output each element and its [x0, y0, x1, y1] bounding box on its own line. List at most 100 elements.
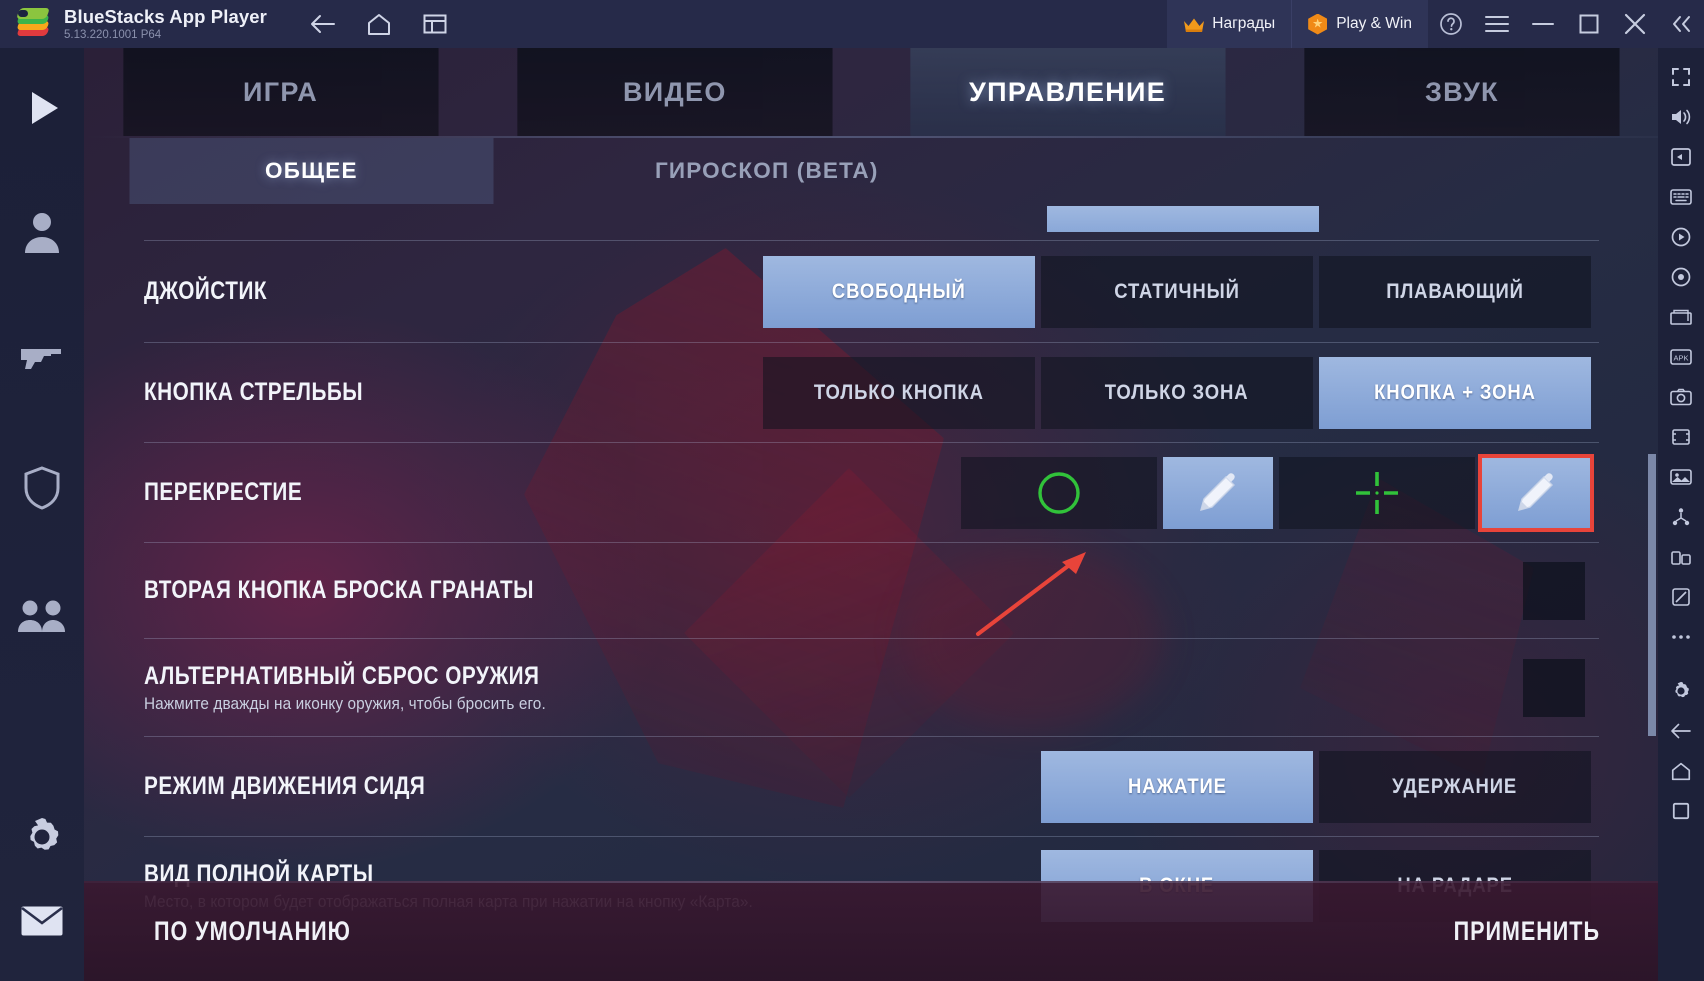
fullscreen-icon[interactable] [1658, 58, 1704, 96]
sidebar-item-character[interactable] [0, 190, 84, 274]
back-arrow-icon[interactable] [303, 7, 343, 41]
option-group-joystick: СВОБОДНЫЙ СТАТИЧНЫЙ ПЛАВАЮЩИЙ [757, 255, 1591, 328]
tab-game[interactable]: ИГРА [123, 48, 439, 136]
option-crouch-tap[interactable]: НАЖАТИЕ [1041, 750, 1313, 823]
eco-mode-icon[interactable] [1658, 578, 1704, 616]
maximize-icon[interactable] [1566, 0, 1612, 48]
settings-subtabs: ОБЩЕЕ ГИРОСКОП (BETA) [84, 138, 1658, 204]
option-joystick-static[interactable]: СТАТИЧНЫЙ [1041, 255, 1313, 328]
tab-sound[interactable]: ЗВУК [1303, 48, 1619, 136]
window-control-buttons [1428, 0, 1704, 48]
setting-title: РЕЖИМ ДВИЖЕНИЯ СИДЯ [144, 772, 426, 800]
footer-divider [84, 881, 1658, 883]
double-chevron-left-icon[interactable] [1658, 0, 1704, 48]
option-crouch-hold[interactable]: УДЕРЖАНИЕ [1319, 750, 1591, 823]
apk-icon[interactable]: APK [1658, 338, 1704, 376]
screenshot-icon[interactable] [1658, 378, 1704, 416]
person-icon [25, 213, 59, 253]
option-joystick-free[interactable]: СВОБОДНЫЙ [763, 255, 1035, 328]
recents-icon[interactable] [1658, 792, 1704, 830]
people-icon [18, 600, 65, 632]
hamburger-menu-icon[interactable] [1474, 0, 1520, 48]
reset-to-default-button[interactable]: ПО УМОЛЧАНИЮ [154, 916, 351, 947]
option-fire-button-plus-zone[interactable]: КНОПКА + ЗОНА [1319, 356, 1591, 429]
crown-icon [1183, 17, 1205, 32]
keyboard-icon[interactable] [1658, 178, 1704, 216]
setting-label-fire-button: КНОПКА СТРЕЛЬБЫ [144, 378, 408, 407]
table-row: ВТОРАЯ КНОПКА БРОСКА ГРАНАТЫ [144, 542, 1599, 638]
green-circle-crosshair-icon [1038, 471, 1080, 514]
settings-gear-icon[interactable] [1658, 672, 1704, 710]
sidebar-item-weapon[interactable] [0, 318, 84, 402]
multi-instance-icon[interactable] [1658, 298, 1704, 336]
option-crosshair-circle-edit[interactable] [1163, 456, 1273, 529]
scrollbar-thumb[interactable] [1648, 454, 1656, 736]
subtab-label: ОБЩЕЕ [265, 158, 358, 183]
apply-button[interactable]: ПРИМЕНИТЬ [1454, 916, 1600, 947]
multi-instance-icon[interactable] [415, 7, 455, 41]
table-row: КНОПКА СТРЕЛЬБЫ ТОЛЬКО КНОПКА ТОЛЬКО ЗОН… [144, 342, 1599, 442]
record-icon[interactable] [1658, 218, 1704, 256]
option-fire-button-only[interactable]: ТОЛЬКО КНОПКА [763, 356, 1035, 429]
sidebar-item-shield[interactable] [0, 446, 84, 530]
title-bar: BlueStacks App Player 5.13.220.1001 P64 … [0, 0, 1704, 48]
settings-scrollbar[interactable] [1648, 236, 1656, 924]
option-group-fire-button: ТОЛЬКО КНОПКА ТОЛЬКО ЗОНА КНОПКА + ЗОНА [757, 356, 1591, 429]
bluestacks-window: BlueStacks App Player 5.13.220.1001 P64 … [0, 0, 1704, 981]
option-fire-zone-only[interactable]: ТОЛЬКО ЗОНА [1041, 356, 1313, 429]
play-win-label: Play & Win [1336, 15, 1412, 32]
subtab-label: ГИРОСКОП (BETA) [654, 158, 879, 183]
home-icon[interactable] [359, 7, 399, 41]
app-title: BlueStacks App Player [64, 6, 267, 28]
option-crosshair-circle[interactable] [961, 456, 1157, 529]
sync-icon[interactable] [1658, 498, 1704, 536]
right-toolbar: APK [1658, 48, 1704, 981]
play-and-win-button[interactable]: Play & Win [1291, 0, 1428, 48]
sidebar-item-squad[interactable] [0, 574, 84, 658]
rewards-button[interactable]: Награды [1167, 0, 1292, 48]
setting-title: КНОПКА СТРЕЛЬБЫ [144, 378, 364, 406]
tab-video[interactable]: ВИДЕО [516, 48, 832, 136]
setting-label-alt-weapon-drop: АЛЬТЕРНАТИВНЫЙ СБРОС ОРУЖИЯ Нажмите дваж… [144, 662, 620, 714]
play-icon [32, 92, 58, 124]
setting-label-crosshair: ПЕРЕКРЕСТИЕ [144, 478, 335, 507]
sidebar-item-mail[interactable] [0, 879, 84, 963]
game-settings-screen: ИГРА ВИДЕО УПРАВЛЕНИЕ ЗВУК ОБЩЕЕ ГИРОСКО… [84, 48, 1658, 981]
help-icon[interactable] [1428, 0, 1474, 48]
macro-icon[interactable] [1658, 258, 1704, 296]
subtab-general[interactable]: ОБЩЕЕ [129, 138, 494, 204]
green-cross-crosshair-icon [1356, 471, 1398, 514]
setting-label-joystick: ДЖОЙСТИК [144, 277, 292, 306]
subtab-gyroscope[interactable]: ГИРОСКОП (BETA) [585, 138, 949, 204]
home-icon[interactable] [1658, 752, 1704, 790]
left-sidebar [0, 48, 84, 981]
media-icon[interactable] [1658, 458, 1704, 496]
settings-footer: ПО УМОЛЧАНИЮ ПРИМЕНИТЬ [84, 881, 1658, 981]
tab-controls[interactable]: УПРАВЛЕНИЕ [910, 48, 1226, 136]
option-label: СТАТИЧНЫЙ [1114, 279, 1240, 303]
pencil-edit-icon [1200, 472, 1235, 511]
minimize-icon[interactable] [1520, 0, 1566, 48]
app-version: 5.13.220.1001 P64 [64, 28, 162, 41]
table-row: РЕЖИМ ДВИЖЕНИЯ СИДЯ НАЖАТИЕ УДЕРЖАНИЕ [144, 736, 1599, 836]
back-icon[interactable] [1658, 712, 1704, 750]
table-row: АЛЬТЕРНАТИВНЫЙ СБРОС ОРУЖИЯ Нажмите дваж… [144, 638, 1599, 736]
option-group-crosshair [955, 453, 1594, 532]
sidebar-item-settings[interactable] [0, 795, 84, 879]
crop-icon[interactable] [1658, 418, 1704, 456]
option-group-alt-weapon-drop [1523, 658, 1585, 717]
setting-subtitle: Нажмите дважды на иконку оружия, чтобы б… [144, 694, 546, 713]
sidebar-item-play[interactable] [0, 66, 84, 150]
toggle-alt-weapon-drop[interactable] [1523, 658, 1585, 717]
option-crosshair-cross-edit[interactable] [1478, 453, 1594, 532]
more-icon[interactable] [1658, 618, 1704, 656]
volume-icon[interactable] [1658, 98, 1704, 136]
rotate-icon[interactable] [1658, 538, 1704, 576]
option-crosshair-cross[interactable] [1279, 456, 1475, 529]
toggle-second-grenade-button[interactable] [1523, 561, 1585, 620]
app-title-block: BlueStacks App Player 5.13.220.1001 P64 [64, 6, 267, 41]
setting-label-second-grenade-button: ВТОРАЯ КНОПКА БРОСКА ГРАНАТЫ [144, 576, 614, 605]
close-icon[interactable] [1612, 0, 1658, 48]
option-joystick-floating[interactable]: ПЛАВАЮЩИЙ [1319, 255, 1591, 328]
keymap-overlay-icon[interactable] [1658, 138, 1704, 176]
